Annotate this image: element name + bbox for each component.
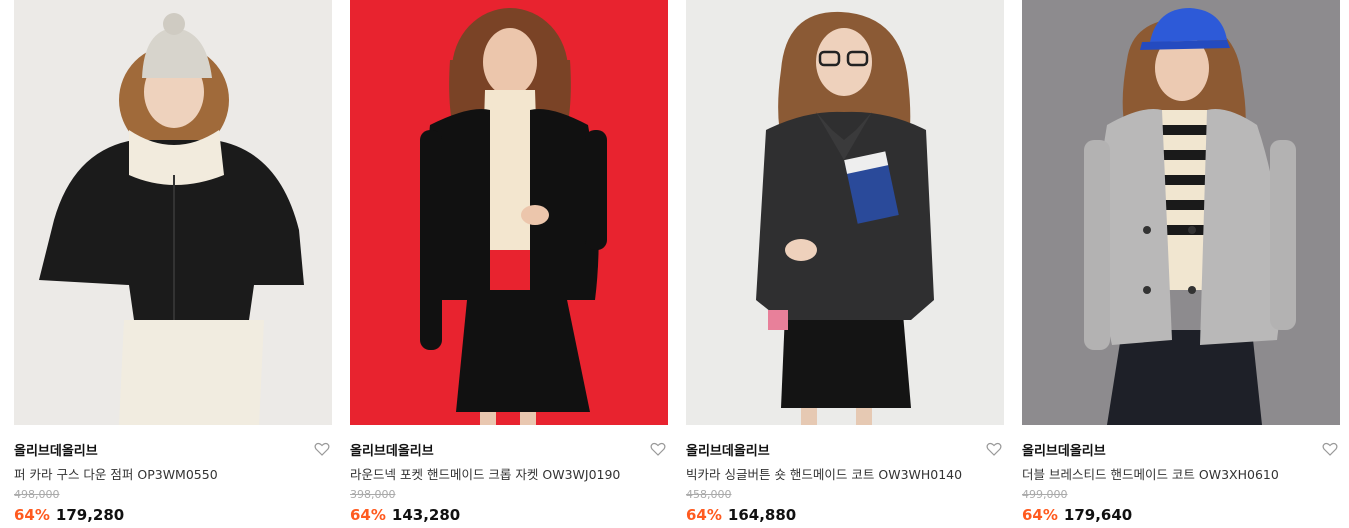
product-card[interactable]: 올리브데올리브 빅카라 싱글버튼 숏 핸드메이드 코트 OW3WH0140 45… [686,0,1004,524]
discount-rate: 64% [1022,506,1058,524]
product-image[interactable] [686,0,1004,425]
original-price: 498,000 [14,488,60,501]
product-card[interactable]: 올리브데올리브 라운드넥 포켓 핸드메이드 크롭 자켓 OW3WJ0190 39… [350,0,668,524]
product-name[interactable]: 더블 브레스티드 핸드메이드 코트 OW3XH0610 [1022,464,1279,483]
brand-name: 올리브데올리브 [686,444,770,459]
brand-name: 올리브데올리브 [14,444,98,459]
discount-rate: 64% [350,506,386,524]
price-row: 64% 179,640 [1022,506,1132,524]
discount-rate: 64% [686,506,722,524]
product-image[interactable] [14,0,332,425]
discount-rate: 64% [14,506,50,524]
wishlist-heart-icon[interactable] [1322,441,1338,457]
wishlist-heart-icon[interactable] [986,441,1002,457]
price-row: 64% 179,280 [14,506,124,524]
sale-price: 179,640 [1063,506,1133,524]
original-price: 458,000 [686,488,732,501]
product-name[interactable]: 퍼 카라 구스 다운 점퍼 OP3WM0550 [14,464,218,483]
sale-price: 179,280 [55,506,125,524]
product-card[interactable]: 올리브데올리브 퍼 카라 구스 다운 점퍼 OP3WM0550 498,000 … [14,0,332,524]
product-image[interactable] [1022,0,1340,425]
product-name[interactable]: 빅카라 싱글버튼 숏 핸드메이드 코트 OW3WH0140 [686,464,962,483]
original-price: 398,000 [350,488,396,501]
brand-name: 올리브데올리브 [350,444,434,459]
sale-price: 164,880 [727,506,797,524]
product-card[interactable]: 올리브데올리브 더블 브레스티드 핸드메이드 코트 OW3XH0610 499,… [1022,0,1340,524]
product-grid: 올리브데올리브 퍼 카라 구스 다운 점퍼 OP3WM0550 498,000 … [14,0,1340,524]
sale-price: 143,280 [391,506,461,524]
wishlist-heart-icon[interactable] [650,441,666,457]
product-name[interactable]: 라운드넥 포켓 핸드메이드 크롭 자켓 OW3WJ0190 [350,464,620,483]
wishlist-heart-icon[interactable] [314,441,330,457]
price-row: 64% 164,880 [686,506,796,524]
price-row: 64% 143,280 [350,506,460,524]
product-image[interactable] [350,0,668,425]
original-price: 499,000 [1022,488,1068,501]
brand-name: 올리브데올리브 [1022,444,1106,459]
